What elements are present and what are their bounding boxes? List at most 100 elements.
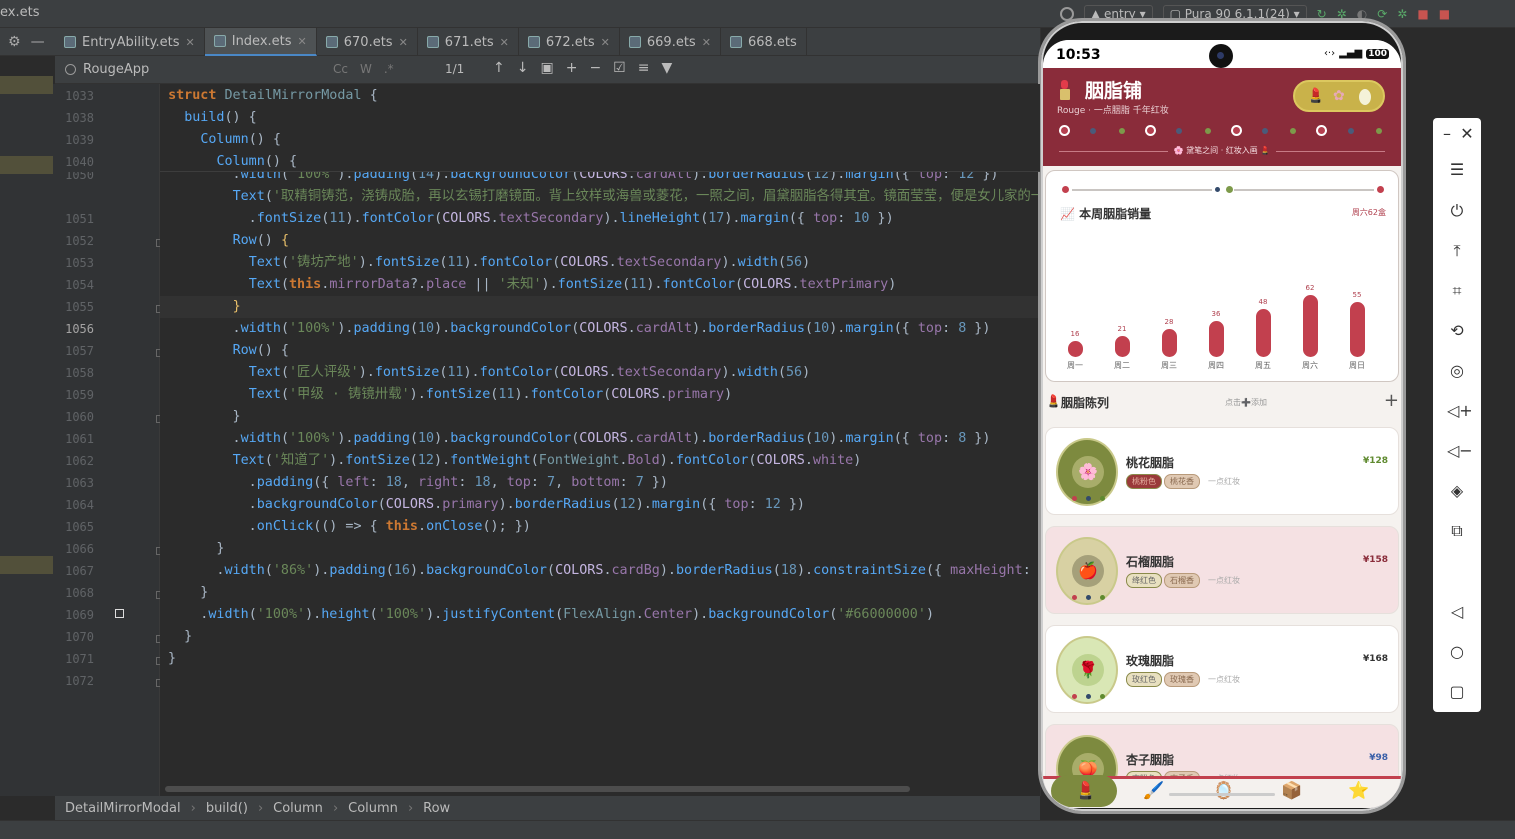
arrow-down-icon[interactable]: ↓ [517,60,529,76]
close-icon[interactable]: ✕ [601,36,610,49]
code-line: Text('取精铜铸范，浇铸成胎，再以玄锡打磨镜面。背上纹样或海兽或菱花，一照之… [232,189,1040,204]
tab-672[interactable]: 672.ets ✕ [519,28,620,56]
screenshot-icon[interactable]: ◎ [1447,361,1467,381]
breadcrumb-item[interactable]: Row [423,801,450,816]
add-button[interactable]: + [1384,390,1399,411]
crop-icon[interactable]: ⌗ [1447,281,1467,301]
bar-value-label: 36 [1211,310,1221,318]
rotate-icon[interactable]: ⟲ [1447,321,1467,341]
filter-icon[interactable]: ▼ [661,60,672,76]
color-dot [1072,496,1077,501]
bar-category-label: 周六 [1302,361,1318,370]
status-bar [0,820,1515,839]
attach-icon[interactable]: ✲ [1397,7,1407,21]
select-all-icon[interactable]: ▣ [540,60,553,76]
tab-brush[interactable]: 🖌️ [1143,781,1164,801]
code-editor[interactable]: struct DetailMirrorModal { build() { Col… [160,84,1040,796]
select-occurrences-icon[interactable]: ☑ [613,60,626,76]
slider-dot [1226,186,1233,193]
breadcrumb-item[interactable]: Column [348,801,398,816]
volume-down-icon[interactable]: ◁− [1447,441,1473,461]
close-icon[interactable]: ✕ [298,35,307,48]
code-line: Column() { [216,154,298,169]
clock: 10:53 [1056,47,1101,63]
product-icon: 🌸 [1072,456,1104,488]
close-icon[interactable]: ✕ [1457,124,1477,144]
code-line: .backgroundColor(COLORS.primary).borderR… [160,497,805,512]
search-input[interactable]: RougeApp [61,60,316,80]
header-pill[interactable]: 💄 ✿ [1293,80,1385,112]
menu-icon[interactable]: ☰ [1447,160,1467,180]
tab-entryability[interactable]: EntryAbility.ets ✕ [55,28,205,56]
dual-screen-icon[interactable]: ⧉ [1447,521,1467,541]
tab-index[interactable]: Index.ets ✕ [204,28,317,56]
match-case-toggle[interactable]: Cc [333,62,348,76]
line-number: 1057 [65,344,94,358]
breadcrumb-separator: › [190,800,196,816]
breadcrumb-item[interactable]: DetailMirrorModal [65,801,181,816]
fold-icon[interactable]: ◈ [1447,481,1467,501]
palette-circle: 🍎 [1056,537,1118,605]
line-number: 1038 [65,111,94,125]
breadcrumb-item[interactable]: Column [273,801,323,816]
close-icon[interactable]: ✕ [399,36,408,49]
line-number: 1061 [65,432,94,446]
product-icon: 🌹 [1072,654,1104,686]
color-dot [1086,694,1091,699]
tab-lipstick[interactable]: 💄 [1075,781,1096,801]
tab-mirror[interactable]: 🪞 [1213,781,1234,801]
ets-file-icon [426,36,439,48]
ets-file-icon [729,36,742,48]
power-icon[interactable]: ⏻ [1447,201,1467,221]
chart-bar [1350,302,1365,357]
remove-selection-icon[interactable]: − [589,60,601,76]
minimize-icon[interactable]: – [1437,124,1457,144]
breadcrumb-separator: › [257,800,264,816]
code-line: .padding({ left: 18, right: 18, top: 7, … [160,475,668,490]
whole-word-toggle[interactable]: W [360,62,372,76]
app-header: 胭脂铺 Rouge · 一点胭脂 千年红妆 💄 ✿ 🌸 黛笔之间 · 红妆入画 … [1043,68,1401,166]
line-number: 1068 [65,586,94,600]
find-bar: RougeApp Cc W .* 1/1 ↑ ↓ ▣ + − ☑ ≡ ▼ [55,56,1040,84]
color-dots [1072,595,1106,601]
top-icon[interactable]: ⤒ [1447,241,1467,261]
line-number: 1055 [65,300,94,314]
back-icon[interactable]: ◁ [1447,602,1467,622]
color-dots [1072,694,1106,700]
color-dot [1086,496,1091,501]
tab-671[interactable]: 671.ets ✕ [418,28,519,56]
code-line: .fontSize(11).fontColor(COLORS.textSecon… [160,211,894,226]
volume-up-icon[interactable]: ◁+ [1447,401,1473,421]
tab-668[interactable]: 668.ets [721,28,807,56]
stop-icon[interactable]: ■ [1439,7,1450,21]
dot-row [1059,125,1385,137]
horizontal-scrollbar[interactable] [165,786,910,792]
gear-icon[interactable]: ⚙ [8,34,21,50]
home-icon[interactable]: ○ [1447,642,1467,662]
tab-label: 670.ets [343,34,393,50]
recent-icon[interactable]: ▢ [1447,682,1467,702]
bookmark-marker[interactable] [115,609,124,618]
close-icon[interactable]: ✕ [702,36,711,49]
tab-star[interactable]: ⭐ [1348,781,1369,801]
stop-debug-icon[interactable]: ■ [1417,7,1428,21]
arrow-up-icon[interactable]: ↑ [493,60,505,76]
rouge-card[interactable]: 🍎 石榴胭脂 ¥158 绛红色 石榴香 一点红妆 [1045,526,1399,614]
regex-toggle[interactable]: .* [384,62,394,76]
add-selection-icon[interactable]: + [566,60,578,76]
slider-track [1072,189,1212,191]
rouge-card[interactable]: 🌸 桃花胭脂 ¥128 桃粉色 桃花香 一点红妆 [1045,427,1399,515]
close-icon[interactable]: ✕ [186,36,195,49]
close-icon[interactable]: ✕ [500,36,509,49]
rerun-icon[interactable]: ⟳ [1377,7,1387,21]
rouge-card[interactable]: 🌹 玫瑰胭脂 ¥168 玫红色 玫瑰香 一点红妆 [1045,625,1399,713]
multiline-icon[interactable]: ≡ [638,60,650,76]
tab-670[interactable]: 670.ets ✕ [317,28,418,56]
tab-box[interactable]: 📦 [1281,781,1302,801]
minus-icon[interactable]: — [31,34,45,50]
tab-669[interactable]: 669.ets ✕ [620,28,721,56]
app-subtitle: Rouge · 一点胭脂 千年红妆 [1057,106,1169,116]
header-dot [1204,128,1211,134]
breadcrumb-item[interactable]: build() [206,801,248,816]
line-number: 1072 [65,674,94,688]
